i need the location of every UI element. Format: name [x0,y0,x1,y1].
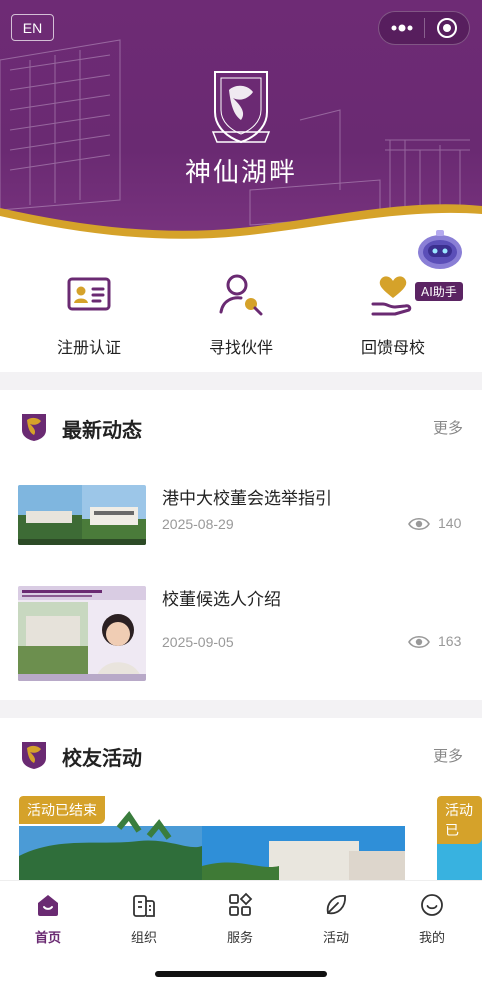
find-person-icon [219,274,263,316]
news-title: 校董候选人介绍 [162,590,281,610]
id-card-icon [67,277,111,311]
tab-label: 组织 [130,931,157,946]
activity-card[interactable]: 活动已结束 [19,796,405,886]
miniprogram-capsule [378,11,470,45]
tab-activities[interactable]: 活动 [288,891,384,946]
close-miniprogram-button[interactable] [425,11,469,45]
news-more-link[interactable]: 更多 [433,417,463,438]
eye-icon [408,635,430,649]
news-item[interactable]: 校董候选人介绍 2025-09-05 163 [0,586,482,686]
tab-label: 活动 [322,931,349,946]
quick-action-label: 回馈母校 [360,338,425,357]
tab-home[interactable]: 首页 [0,891,96,946]
section-gap [0,700,482,718]
tab-label: 首页 [34,931,61,946]
section-gap [0,372,482,390]
header-banner: EN 神仙湖畔 [0,0,482,250]
news-thumbnail [18,485,146,545]
target-close-icon [436,18,457,38]
crest-icon [22,414,46,441]
activity-section-header: 校友活动 更多 [0,730,482,780]
more-dots-icon [391,24,412,32]
leaf-icon [326,895,346,915]
quick-action-give-back[interactable]: 回馈母校 [313,262,473,358]
news-title: 港中大校董会选举指引 [162,489,332,509]
section-title: 校友活动 [62,746,142,770]
heart-hand-icon [371,276,412,316]
tab-services[interactable]: 服务 [192,891,288,946]
activity-status-badge: 活动已 [437,796,482,844]
tab-label: 我的 [418,931,445,946]
quick-action-label: 寻找伙伴 [208,338,273,357]
news-date: 2025-08-29 [162,516,234,532]
grid-icon [229,892,253,916]
quick-action-register[interactable]: 注册认证 [9,262,169,358]
quick-action-find-partner[interactable]: 寻找伙伴 [161,262,321,358]
news-view-count: 140 [438,515,462,531]
activity-more-link[interactable]: 更多 [433,745,463,766]
crest-icon [22,742,46,769]
more-options-button[interactable] [379,11,424,45]
language-toggle-button[interactable]: EN [11,14,54,41]
smile-icon [421,894,443,916]
news-view-count: 163 [438,633,462,649]
news-thumbnail [18,586,146,681]
activity-card[interactable]: 活动已 [437,796,482,886]
university-crest-logo [211,71,271,144]
news-item[interactable]: 港中大校董会选举指引 2025-08-29 140 [0,485,482,585]
section-title: 最新动态 [62,418,142,442]
eye-icon [408,517,430,531]
tab-organization[interactable]: 组织 [96,891,192,946]
home-icon [38,895,58,916]
tab-profile[interactable]: 我的 [384,891,480,946]
tab-label: 服务 [226,931,253,946]
quick-actions: 注册认证 寻找伙伴 回馈母校 [0,262,482,372]
activity-status-badge: 活动已结束 [19,796,105,824]
news-date: 2025-09-05 [162,634,234,650]
news-section-header: 最新动态 更多 [0,402,482,452]
brand-title: 神仙湖畔 [184,158,297,188]
home-indicator [155,971,327,977]
quick-action-label: 注册认证 [56,338,121,357]
building-icon [133,895,155,917]
